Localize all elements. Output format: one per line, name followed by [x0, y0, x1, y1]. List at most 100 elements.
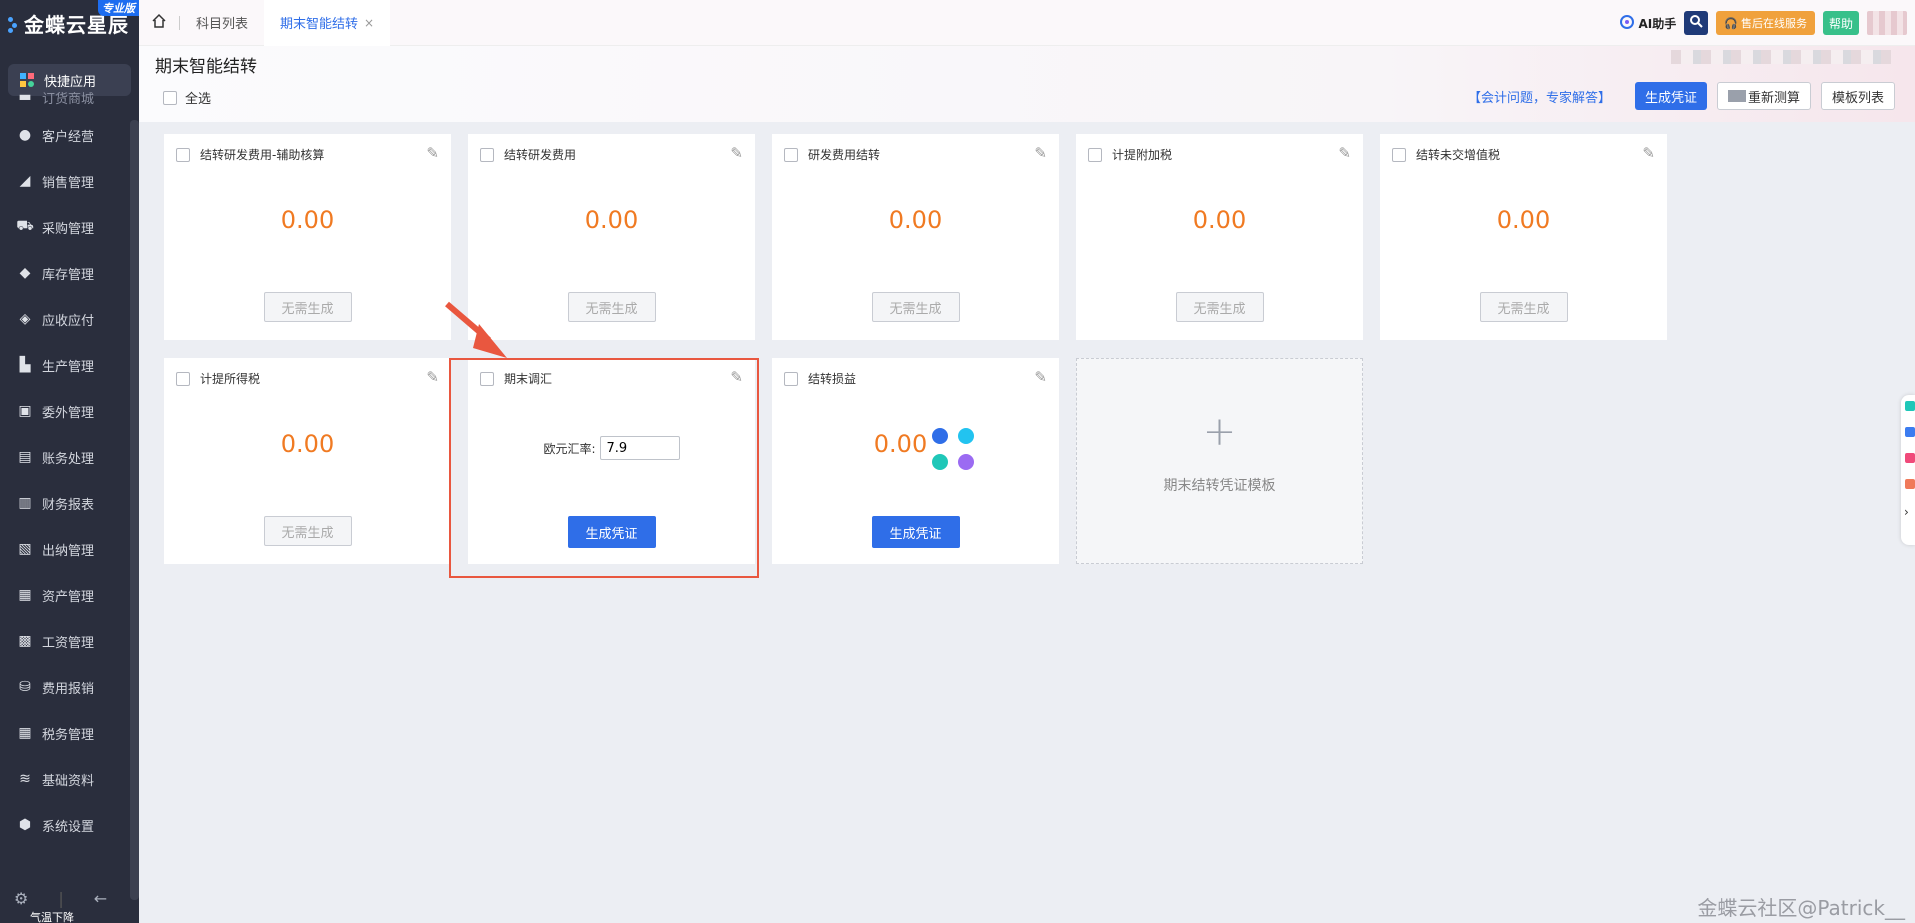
salary-icon: ▩: [18, 633, 32, 649]
card-rd-aux: 结转研发费用-辅助核算 ✎ 0.00 无需生成: [164, 134, 451, 340]
edit-icon[interactable]: ✎: [1338, 144, 1351, 162]
checkbox[interactable]: [1392, 147, 1406, 162]
sidebar-item-assets[interactable]: ▦ 资产管理: [0, 572, 139, 618]
edition-badge: 专业版: [98, 0, 139, 16]
tab-bar: 科目列表 期末智能结转 × AI助手 🎧 售后在线服务 帮助: [139, 0, 1915, 46]
checkbox[interactable]: [163, 90, 177, 105]
feedback-icon[interactable]: [1905, 479, 1915, 489]
sidebar-item-label: 系统设置: [42, 819, 95, 835]
question-icon[interactable]: [1905, 401, 1915, 411]
sidebar-item-sales[interactable]: ◢ 销售管理: [0, 158, 139, 204]
sidebar-item-ledger[interactable]: ▤ 账务处理: [0, 434, 139, 480]
checkbox[interactable]: [784, 147, 798, 162]
add-template-card[interactable]: + 期末结转凭证模板: [1076, 358, 1363, 564]
sidebar-item-settings[interactable]: ⬢ 系统设置: [0, 802, 139, 848]
edit-icon[interactable]: ✎: [730, 144, 743, 162]
edit-icon[interactable]: ✎: [1034, 368, 1047, 386]
template-list-button[interactable]: 模板列表: [1820, 82, 1895, 110]
sidebar-scrollbar[interactable]: [130, 120, 139, 900]
chevron-right-icon[interactable]: ›: [1904, 505, 1909, 519]
sidebar-item-label: 费用报销: [42, 681, 95, 697]
message-icon[interactable]: [1905, 453, 1915, 463]
receivable-icon: ◈: [19, 311, 31, 327]
help-button[interactable]: 帮助: [1822, 11, 1859, 35]
edit-icon[interactable]: ✎: [426, 144, 439, 162]
blurred-user-info: [1671, 50, 1891, 64]
logo-dots-icon: [8, 13, 18, 33]
no-need-generate-button: 无需生成: [263, 516, 352, 546]
sidebar-item-basic-data[interactable]: ≋ 基础资料: [0, 756, 139, 802]
watermark: 金蝶云社区@Patrick__: [1697, 896, 1905, 920]
edit-icon[interactable]: ✎: [1034, 144, 1047, 162]
generate-voucher-button[interactable]: 生成凭证: [871, 516, 960, 548]
chat-icon[interactable]: [1905, 427, 1915, 437]
user-avatar[interactable]: [1867, 11, 1907, 35]
sidebar-item-label: 快捷应用: [44, 74, 97, 90]
sidebar-item-cashier[interactable]: ▧ 出纳管理: [0, 526, 139, 572]
no-need-generate-button: 无需生成: [263, 292, 352, 322]
sidebar-item-label: 财务报表: [42, 497, 95, 513]
sidebar-item-label: 委外管理: [42, 405, 95, 421]
edit-icon[interactable]: ✎: [426, 368, 439, 386]
after-sales-service-button[interactable]: 🎧 售后在线服务: [1716, 11, 1815, 35]
ai-assistant-button[interactable]: AI助手: [1619, 14, 1677, 33]
select-all-checkbox[interactable]: 全选: [163, 88, 211, 107]
sidebar-item-label: 账务处理: [42, 451, 95, 467]
edit-icon[interactable]: ✎: [1642, 144, 1655, 162]
sidebar-item-inventory[interactable]: ◆ 库存管理: [0, 250, 139, 296]
sidebar-item-store[interactable]: ▬ 订货商城: [0, 92, 139, 106]
annotation-highlight-box: [449, 358, 759, 578]
app-logo[interactable]: 金蝶云星辰 专业版: [0, 0, 139, 46]
top-right-actions: AI助手 🎧 售后在线服务 帮助: [1619, 0, 1915, 46]
right-floating-dock[interactable]: ›: [1901, 395, 1915, 545]
blurred-mask: [1727, 90, 1746, 102]
collapse-arrow-icon[interactable]: ←: [94, 889, 107, 908]
checkbox[interactable]: [480, 147, 494, 162]
sidebar-item-outsource[interactable]: ▣ 委外管理: [0, 388, 139, 434]
sidebar-item-label: 销售管理: [42, 175, 95, 191]
service-label: 售后在线服务: [1740, 17, 1807, 30]
search-button[interactable]: [1684, 11, 1709, 35]
recalculate-button[interactable]: 重新测算: [1716, 82, 1811, 110]
sidebar-item-tax[interactable]: ▦ 税务管理: [0, 710, 139, 756]
cart-icon: ⛟: [16, 218, 34, 234]
sidebar-item-production[interactable]: ▙ 生产管理: [0, 342, 139, 388]
sidebar-item-expense[interactable]: ⛁ 费用报销: [0, 664, 139, 710]
sidebar-item-purchase[interactable]: ⛟ 采购管理: [0, 204, 139, 250]
sidebar-item-salary[interactable]: ▩ 工资管理: [0, 618, 139, 664]
tab-period-end-transfer[interactable]: 期末智能结转 ×: [264, 0, 391, 46]
checkbox[interactable]: [176, 371, 190, 386]
expense-icon: ⛁: [19, 679, 31, 695]
ledger-icon: ▤: [18, 449, 32, 465]
sidebar-item-label: 应收应付: [42, 313, 95, 329]
customer-icon: ●: [18, 127, 32, 143]
no-need-generate-button: 无需生成: [567, 292, 656, 322]
ai-label: AI助手: [1638, 16, 1677, 31]
plus-icon: +: [1202, 409, 1237, 455]
card-amount: 0.00: [888, 206, 943, 234]
sidebar-item-customer[interactable]: ● 客户经营: [0, 112, 139, 158]
sidebar-item-label: 采购管理: [42, 221, 95, 237]
outsource-icon: ▣: [18, 403, 32, 419]
sidebar-item-receivable[interactable]: ◈ 应收应付: [0, 296, 139, 342]
card-profit-loss: 结转损益 ✎ 0.00 生成凭证: [772, 358, 1059, 564]
expert-consult-link[interactable]: 【会计问题，专家解答】: [1468, 87, 1611, 106]
card-rd-transfer: 研发费用结转 ✎ 0.00 无需生成: [772, 134, 1059, 340]
card-unpaid-vat: 结转未交增值税 ✎ 0.00 无需生成: [1380, 134, 1667, 340]
checkbox[interactable]: [1088, 147, 1102, 162]
gear-icon[interactable]: ⚙: [14, 889, 28, 908]
sidebar-item-reports[interactable]: ▥ 财务报表: [0, 480, 139, 526]
home-tab[interactable]: [139, 0, 179, 46]
tab-account-list[interactable]: 科目列表: [180, 0, 264, 46]
checkbox[interactable]: [176, 147, 190, 162]
card-title: 研发费用结转: [808, 148, 881, 162]
close-icon[interactable]: ×: [364, 16, 374, 30]
annotation-arrow-icon: [445, 300, 515, 366]
sidebar-item-label: 基础资料: [42, 773, 95, 789]
header-actions: 【会计问题，专家解答】 生成凭证 重新测算 模板列表: [1468, 82, 1895, 110]
home-icon: [151, 13, 167, 33]
checkbox[interactable]: [784, 371, 798, 386]
sidebar-item-label: 生产管理: [42, 359, 95, 375]
store-icon: ▬: [18, 92, 32, 105]
generate-voucher-button[interactable]: 生成凭证: [1634, 82, 1707, 110]
